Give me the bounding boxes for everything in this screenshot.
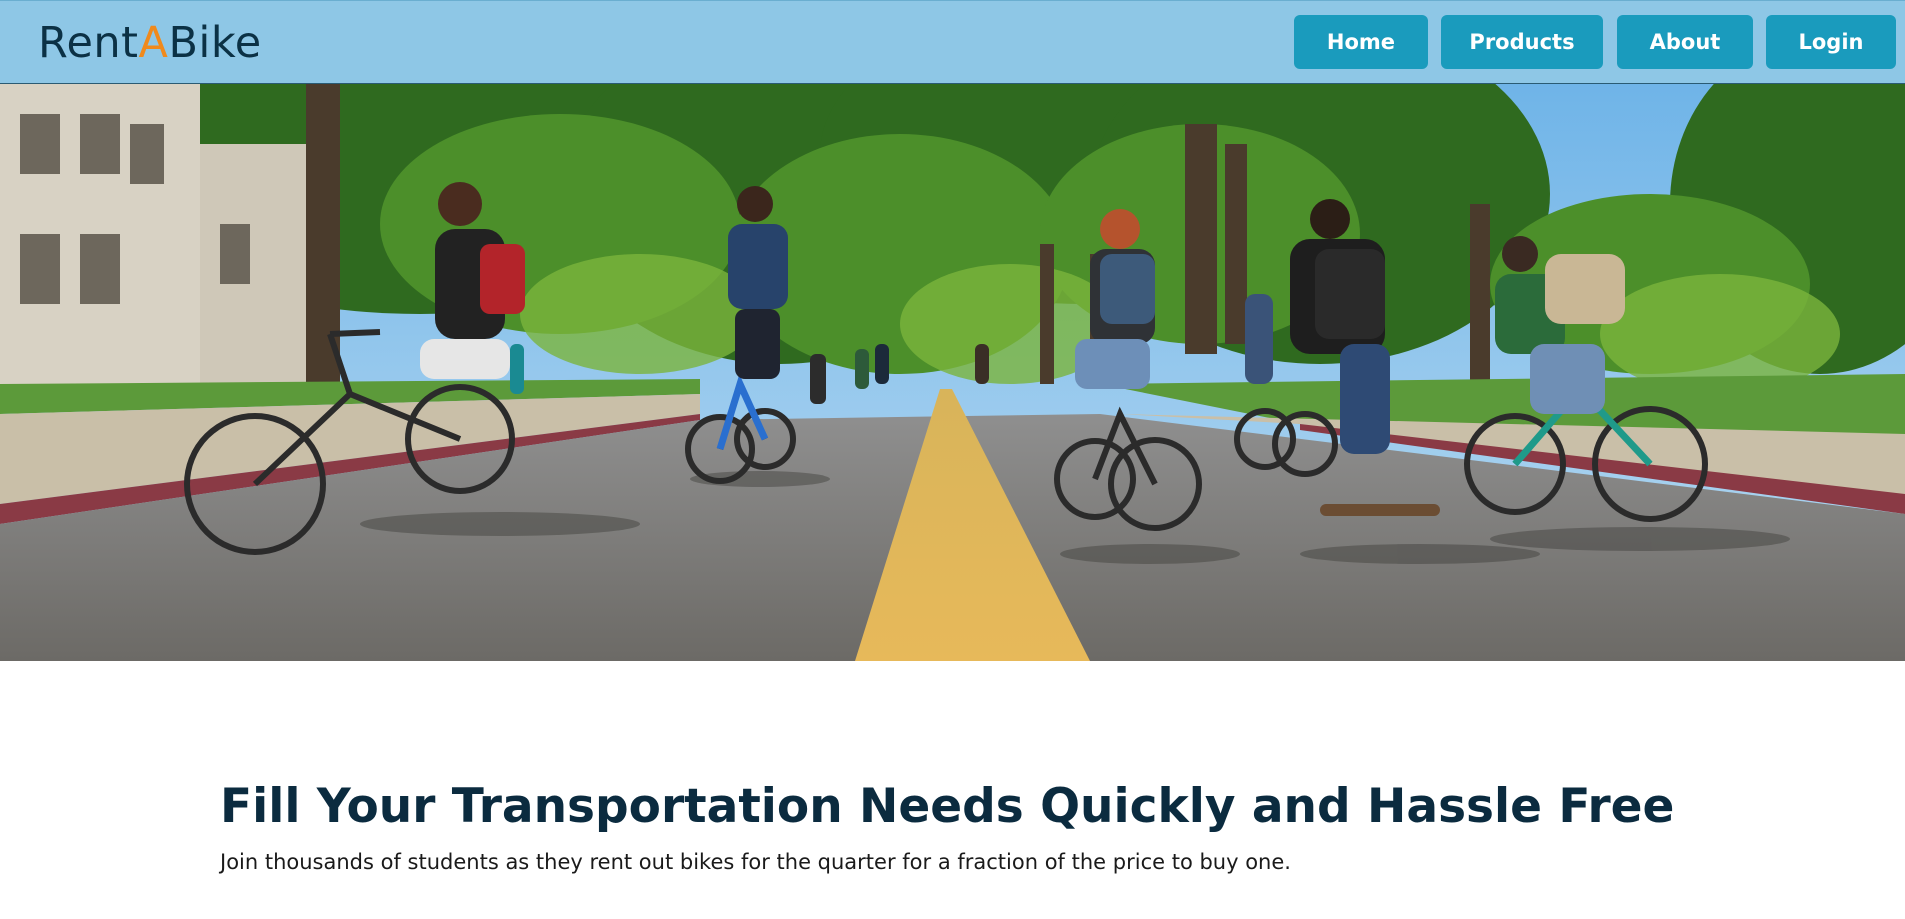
nav-login-button[interactable]: Login (1766, 15, 1896, 69)
page: RentABike Home Products About Login Fill… (0, 0, 1905, 919)
logo-accent-letter: A (138, 18, 169, 68)
logo-suffix: Bike (168, 18, 262, 68)
hero-photo-illustration (0, 84, 1905, 661)
top-navbar: RentABike Home Products About Login (0, 0, 1905, 84)
hero-image (0, 84, 1905, 661)
nav-products-button[interactable]: Products (1441, 15, 1603, 69)
page-subheadline: Join thousands of students as they rent … (220, 850, 1291, 874)
nav-about-button[interactable]: About (1617, 15, 1753, 69)
page-headline: Fill Your Transportation Needs Quickly a… (220, 779, 1675, 834)
brand-logo[interactable]: RentABike (38, 18, 262, 68)
nav-home-button[interactable]: Home (1294, 15, 1428, 69)
logo-prefix: Rent (38, 18, 139, 68)
